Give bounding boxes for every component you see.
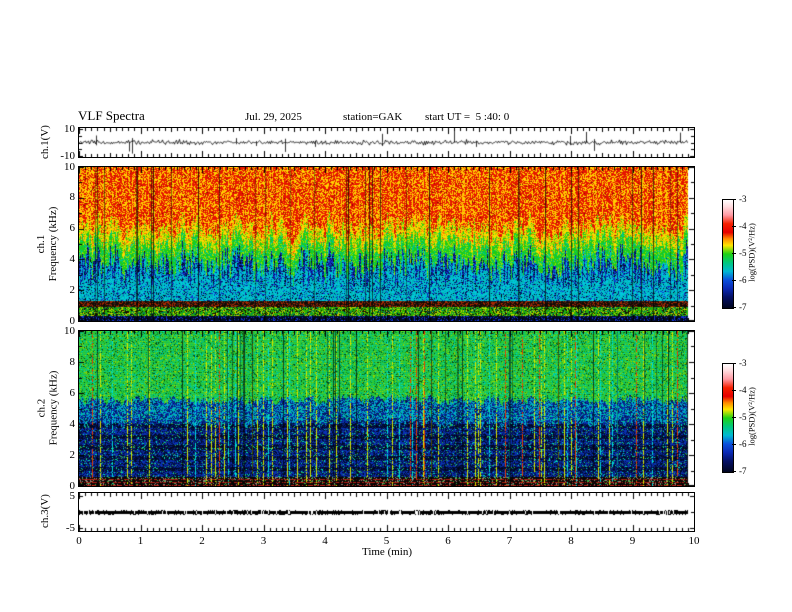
x-axis-tick-label: 1 [137,535,144,547]
ch1-wave-ytick-label: 10 [64,122,75,135]
ch2-spec-ylabel: ch.2 Frequency (kHz) [36,330,60,487]
ch1-wave-ytick-label: -10 [60,149,75,162]
vlf-spectra-figure: VLF Spectra Jul. 29, 2025 station=GAK st… [0,0,792,612]
colorbar-tick [732,363,736,364]
colorbar-tick-label: -3 [739,194,747,204]
ch2-spec-ylabel-line1: ch.2 [35,398,48,418]
header-start-ut: start UT = 5 :40: 0 [425,111,510,123]
colorbar-tick [732,253,736,254]
ch3-waveform-canvas [79,493,694,531]
colorbar2-gradient [722,363,734,473]
colorbar-tick-label: -6 [739,275,747,285]
colorbar-tick [732,280,736,281]
colorbar-tick-label: -6 [739,439,747,449]
ch1-spectrogram-panel [78,166,695,322]
ch2-spec-ytick-label: 6 [69,386,76,399]
ch1-spec-ytick-label: 4 [69,252,76,265]
ch2-spectrogram-canvas [79,331,694,486]
x-axis-tick-label: 9 [629,535,636,547]
ch1-spec-ytick-label: 6 [69,222,76,235]
ch1-waveform-canvas [79,128,694,157]
figure-title: VLF Spectra [78,108,145,123]
colorbar-tick-label: -7 [739,466,747,476]
colorbar-tick [732,444,736,445]
x-axis-tick-label: 6 [445,535,451,547]
ch1-spec-ylabel: ch.1 Frequency (kHz) [35,166,59,322]
ch1-spec-ytick-label: 2 [69,283,76,296]
colorbar-tick [732,307,736,308]
x-axis-tick-label: 7 [506,535,513,547]
colorbar-tick-label: -5 [739,248,747,258]
x-axis-tick-label: 0 [76,535,82,547]
colorbar-tick [732,199,736,200]
ch2-spec-ylabel-line2: Frequency (kHz) [47,370,60,446]
x-axis-tick-label: 5 [383,535,390,547]
colorbar-tick-label: -3 [739,358,747,368]
x-axis-tick-label: 8 [568,535,574,547]
ch3-wave-ytick-label: 5 [69,489,76,502]
x-axis-tick-label: 2 [199,535,205,547]
ch1-spec-ylabel-line1: ch.1 [35,234,47,254]
ch1-spec-ytick-label: 8 [69,191,76,204]
ch2-spec-ytick-label: 2 [69,448,76,461]
colorbar-tick [732,226,736,227]
header-station: station=GAK [343,111,403,123]
colorbar-tick-label: -4 [739,221,747,231]
colorbar-tick-label: -7 [739,302,747,312]
x-axis-tick-label: 3 [260,535,267,547]
colorbar1-unit-label: log(PSD)(V²/Hz) [746,223,757,282]
colorbar2-unit-label: log(PSD)(V²/Hz) [746,387,757,446]
ch1-spectrogram-canvas [79,167,694,321]
colorbar1-gradient [722,199,734,309]
colorbar-tick-label: -5 [739,412,747,422]
time-axis-label: Time (min) [361,546,413,558]
x-axis-tick-label: 4 [322,535,328,547]
colorbar-tick-label: -4 [739,385,747,395]
ch2-spec-ytick-label: 8 [69,355,76,368]
ch1-waveform-panel [78,127,695,158]
colorbar-tick [732,471,736,472]
ch2-spectrogram-panel [78,330,695,487]
ch3-waveform-panel [78,492,695,532]
x-axis-tick-label: 10 [688,535,700,547]
colorbar-tick [732,390,736,391]
ch3-wave-ytick-label: -5 [65,521,75,534]
ch1-spec-ytick-label: 10 [64,160,75,173]
ch2-spec-ytick-label: 10 [64,324,75,337]
header-date: Jul. 29, 2025 [245,111,302,123]
colorbar-tick [732,417,736,418]
ch1-spec-ylabel-line2: Frequency (kHz) [47,206,59,282]
ch2-spec-ytick-label: 4 [69,417,76,430]
